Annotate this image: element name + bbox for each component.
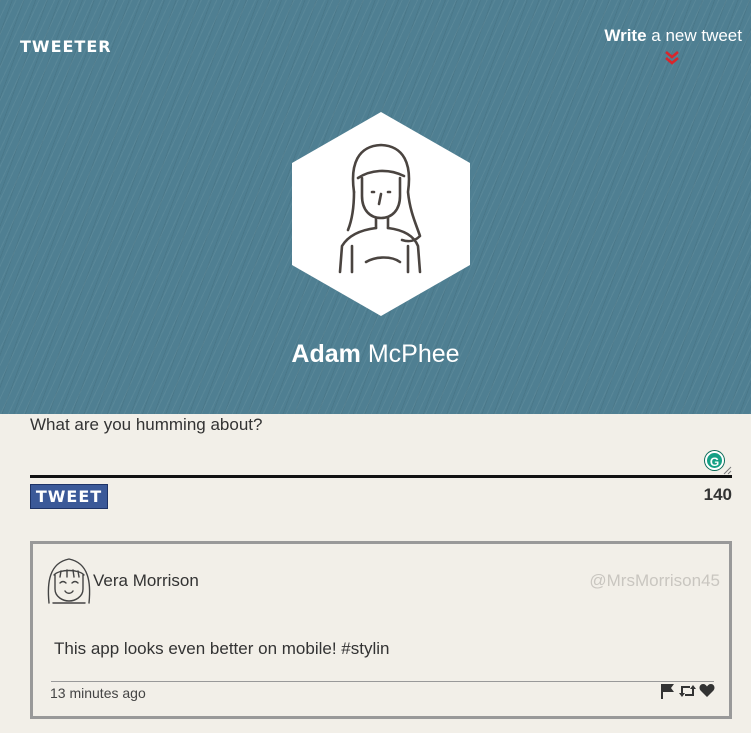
write-link-strong: Write <box>604 26 647 45</box>
tweet-author-handle[interactable]: @MrsMorrison45 <box>589 571 720 591</box>
app-logo[interactable]: TWEETER <box>20 37 112 56</box>
profile-first-name: Adam <box>291 340 361 368</box>
tweet-textarea[interactable] <box>30 438 732 478</box>
tweet-card: Vera Morrison @MrsMorrison45 This app lo… <box>30 541 732 719</box>
tweet-button[interactable]: TWEET <box>30 484 108 509</box>
flag-icon[interactable] <box>660 683 675 699</box>
write-link-rest: a new tweet <box>646 26 742 45</box>
tweet-text: This app looks even better on mobile! #s… <box>54 639 390 658</box>
tweet-divider <box>51 681 714 682</box>
heart-icon[interactable] <box>699 683 715 698</box>
profile-last-name: McPhee <box>367 340 460 368</box>
tweet-actions <box>658 683 718 700</box>
write-tweet-link[interactable]: Write a new tweet <box>604 26 742 46</box>
character-counter: 140 <box>703 485 732 504</box>
user-avatar-icon <box>47 558 91 604</box>
double-chevron-down-icon[interactable] <box>664 51 680 65</box>
composer-prompt: What are you humming about? <box>30 415 263 434</box>
tweet-timestamp: 13 minutes ago <box>50 685 146 701</box>
profile-avatar <box>292 112 470 316</box>
profile-header: TWEETER Write a new tweet Adam McPhee <box>0 0 751 414</box>
resize-handle-icon[interactable] <box>722 465 732 475</box>
retweet-icon[interactable] <box>678 683 697 699</box>
tweet-author-name[interactable]: Vera Morrison <box>93 571 199 591</box>
profile-name: Adam McPhee <box>0 340 751 369</box>
